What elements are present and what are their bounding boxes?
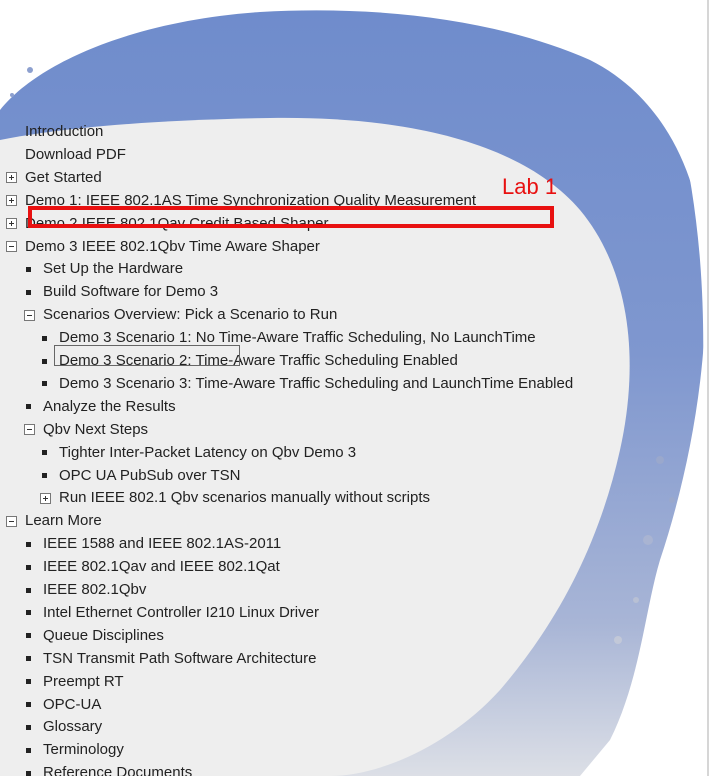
bullet-icon [26, 679, 31, 685]
nav-item-label[interactable]: Qbv Next Steps [43, 419, 148, 441]
nav-item-label[interactable]: OPC-UA [43, 694, 101, 716]
nav-item[interactable]: Download PDF [6, 144, 126, 166]
lab-highlight-box [28, 206, 554, 228]
nav-item-label[interactable]: IEEE 802.1Qbv [43, 579, 146, 601]
bullet-icon [42, 450, 47, 456]
nav-item[interactable]: Get Started [6, 167, 102, 189]
expand-icon[interactable] [40, 492, 51, 504]
nav-item[interactable]: Tighter Inter-Packet Latency on Qbv Demo… [40, 442, 356, 464]
nav-item[interactable]: Set Up the Hardware [24, 258, 183, 280]
nav-item[interactable]: Qbv Next Steps [24, 419, 148, 441]
expand-icon[interactable] [6, 172, 17, 184]
nav-item-label[interactable]: Demo 3 IEEE 802.1Qbv Time Aware Shaper [25, 236, 320, 258]
expand-icon[interactable] [6, 195, 17, 207]
nav-item[interactable]: Scenarios Overview: Pick a Scenario to R… [24, 304, 337, 326]
nav-item-label[interactable]: Reference Documents [43, 762, 192, 776]
nav-item-label[interactable]: Scenarios Overview: Pick a Scenario to R… [43, 304, 337, 326]
bullet-icon [42, 381, 47, 387]
nav-item-label[interactable]: IEEE 1588 and IEEE 802.1AS-2011 [43, 533, 281, 555]
nav-item-label[interactable]: Preempt RT [43, 671, 124, 693]
bullet-icon [26, 702, 31, 707]
nav-item-label[interactable]: Glossary [43, 716, 102, 738]
focus-outline [54, 345, 240, 366]
nav-item[interactable]: TSN Transmit Path Software Architecture [24, 648, 316, 670]
nav-item[interactable]: OPC-UA [24, 694, 101, 716]
nav-item[interactable]: Analyze the Results [24, 396, 176, 418]
screenshot-page: Introduction Download PDF Get Started Demo … [0, 0, 709, 776]
nav-item-label[interactable]: Introduction [25, 121, 103, 143]
bullet-icon [26, 633, 31, 639]
bullet-icon [26, 289, 31, 295]
expand-icon[interactable] [6, 218, 17, 230]
bullet-icon [26, 724, 31, 730]
nav-item[interactable]: OPC UA PubSub over TSN [40, 465, 240, 487]
nav-item-label[interactable]: Learn More [25, 510, 102, 532]
nav-item[interactable]: IEEE 1588 and IEEE 802.1AS-2011 [24, 533, 281, 555]
bullet-icon [26, 564, 31, 570]
nav-item-label[interactable]: Intel Ethernet Controller I210 Linux Dri… [43, 602, 319, 624]
nav-item-label[interactable]: OPC UA PubSub over TSN [59, 465, 240, 487]
bullet-icon [26, 610, 31, 616]
nav-item[interactable]: Build Software for Demo 3 [24, 281, 218, 303]
nav-item[interactable]: Introduction [6, 121, 103, 143]
nav-item-label[interactable]: Get Started [25, 167, 102, 189]
bullet-icon [26, 656, 31, 662]
nav-item-label[interactable]: Build Software for Demo 3 [43, 281, 218, 303]
nav-item[interactable]: IEEE 802.1Qbv [24, 579, 146, 601]
nav-item-label[interactable]: Download PDF [25, 144, 126, 166]
nav-item-label[interactable]: Terminology [43, 739, 124, 761]
bullet-icon [42, 358, 47, 364]
nav-item[interactable]: Preempt RT [24, 671, 124, 693]
bullet-icon [26, 747, 31, 753]
nav-item[interactable]: Demo 3 Scenario 3: Time-Aware Traffic Sc… [40, 373, 573, 395]
nav-item[interactable]: Terminology [24, 739, 124, 761]
nav-item[interactable]: Intel Ethernet Controller I210 Linux Dri… [24, 602, 319, 624]
nav-item-label[interactable]: Run IEEE 802.1 Qbv scenarios manually wi… [59, 487, 430, 509]
nav-item-label[interactable]: Tighter Inter-Packet Latency on Qbv Demo… [59, 442, 356, 464]
nav-item[interactable]: Learn More [6, 510, 102, 532]
nav-item-label[interactable]: Demo 3 Scenario 3: Time-Aware Traffic Sc… [59, 373, 573, 395]
nav-item-label[interactable]: Set Up the Hardware [43, 258, 183, 280]
nav-item[interactable]: Reference Documents [24, 762, 192, 776]
bullet-icon [26, 541, 31, 547]
bullet-icon [26, 770, 31, 776]
nav-item-label[interactable]: Queue Disciplines [43, 625, 164, 647]
bullet-icon [26, 266, 31, 272]
bullet-icon [26, 404, 31, 410]
nav-item[interactable]: Glossary [24, 716, 102, 738]
nav-item[interactable]: Demo 3 IEEE 802.1Qbv Time Aware Shaper [6, 236, 320, 258]
collapse-icon[interactable] [6, 241, 17, 252]
nav-item-label[interactable]: Analyze the Results [43, 396, 176, 418]
collapse-icon[interactable] [24, 424, 35, 436]
bullet-icon [42, 335, 47, 341]
collapse-icon[interactable] [24, 309, 35, 321]
bullet-icon [26, 587, 31, 593]
collapse-icon[interactable] [6, 515, 17, 527]
bullet-icon [42, 473, 47, 478]
nav-item[interactable]: IEEE 802.1Qav and IEEE 802.1Qat [24, 556, 280, 578]
nav-item-label[interactable]: TSN Transmit Path Software Architecture [43, 648, 316, 670]
lab-annotation-label: Lab 1 [502, 174, 558, 199]
nav-item[interactable]: Run IEEE 802.1 Qbv scenarios manually wi… [40, 487, 430, 509]
nav-item-label[interactable]: IEEE 802.1Qav and IEEE 802.1Qat [43, 556, 280, 578]
nav-item[interactable]: Queue Disciplines [24, 625, 164, 647]
